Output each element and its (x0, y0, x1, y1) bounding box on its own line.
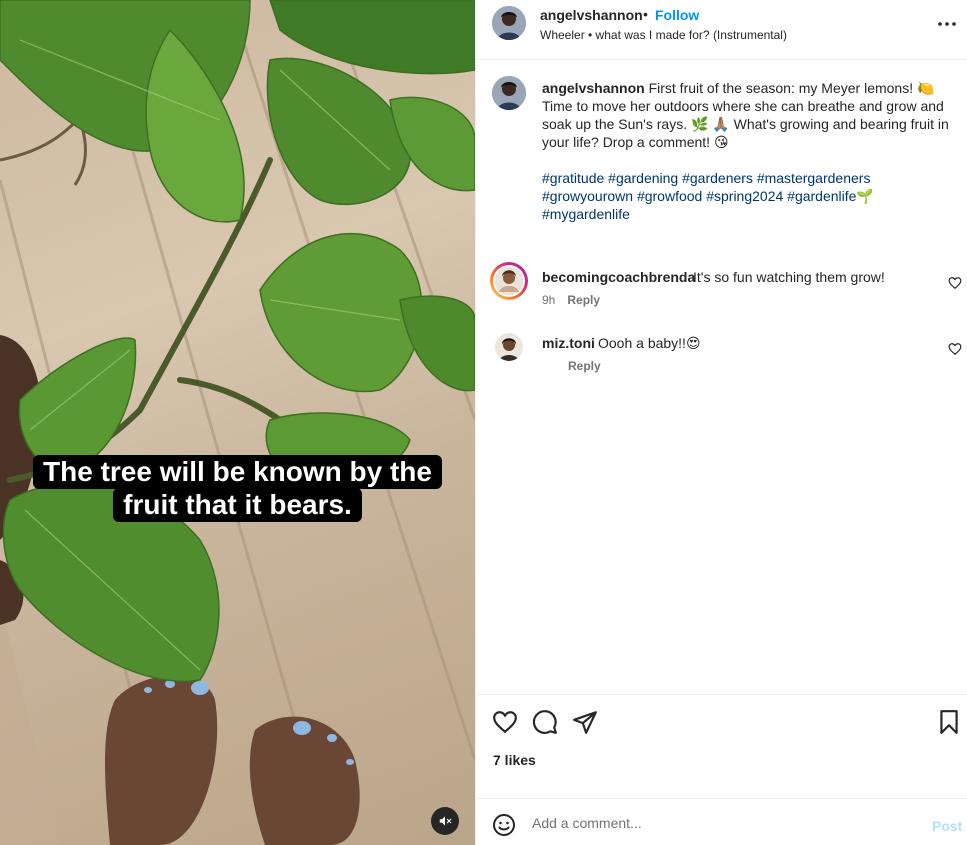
comment-input[interactable] (532, 809, 912, 837)
comment-text: Oooh a baby!!😍 (598, 335, 701, 351)
comment-meta: Reply (542, 359, 601, 373)
comment-meta: 9h Reply (542, 293, 600, 307)
post-modal: The tree will be known by the fruit that… (0, 0, 967, 845)
video-caption: The tree will be known by the fruit that… (0, 455, 475, 522)
comment-username[interactable]: becomingcoachbrenda (542, 269, 695, 285)
post-media[interactable]: The tree will be known by the fruit that… (0, 0, 475, 845)
send-icon[interactable] (572, 709, 598, 735)
post-button[interactable]: Post (932, 818, 962, 834)
add-comment-row: Post (476, 798, 967, 845)
post-sidebar: angelvshannon • Follow Wheeler • what wa… (475, 0, 967, 845)
commenter-avatar-image (493, 265, 525, 297)
emoji-smile-icon[interactable] (492, 813, 516, 837)
avatar[interactable] (495, 333, 523, 361)
caption-username[interactable]: angelvshannon (542, 80, 645, 96)
caption-text-block: angelvshannon First fruit of the season:… (542, 79, 952, 151)
video-caption-line-2: fruit that it bears. (113, 488, 362, 522)
author-username[interactable]: angelvshannon (540, 7, 643, 23)
avatar[interactable] (490, 262, 528, 300)
reply-button[interactable]: Reply (567, 293, 600, 307)
mute-button[interactable] (431, 807, 459, 835)
reply-button[interactable]: Reply (568, 359, 601, 373)
comment-username[interactable]: miz.toni (542, 335, 595, 351)
more-horizontal-icon[interactable] (936, 13, 958, 35)
comment-text: It's so fun watching them grow! (693, 269, 885, 285)
separator-dot: • (643, 6, 648, 22)
photo-background (0, 0, 475, 845)
author-avatar-image (492, 6, 526, 40)
heart-icon[interactable] (492, 709, 518, 735)
commenter-avatar-image (495, 333, 523, 361)
speaker-muted-icon (439, 816, 452, 826)
video-caption-line-1: The tree will be known by the (33, 455, 442, 489)
avatar[interactable] (492, 6, 526, 40)
likes-count[interactable]: 7 likes (493, 752, 536, 768)
post-header: angelvshannon • Follow Wheeler • what wa… (476, 0, 967, 60)
author-avatar-image (492, 76, 526, 110)
comment-time[interactable]: 9h (542, 293, 555, 307)
action-bar: 7 likes (476, 694, 967, 798)
heart-icon[interactable] (948, 276, 962, 290)
heart-icon[interactable] (948, 342, 962, 356)
caption-hashtags[interactable]: #gratitude #gardening #gardeners #master… (542, 169, 922, 223)
audio-attribution[interactable]: Wheeler • what was I made for? (Instrume… (540, 28, 787, 42)
follow-button[interactable]: Follow (655, 7, 699, 23)
comment-bubble-icon[interactable] (532, 709, 558, 735)
bookmark-icon[interactable] (936, 709, 962, 735)
avatar[interactable] (492, 76, 526, 110)
